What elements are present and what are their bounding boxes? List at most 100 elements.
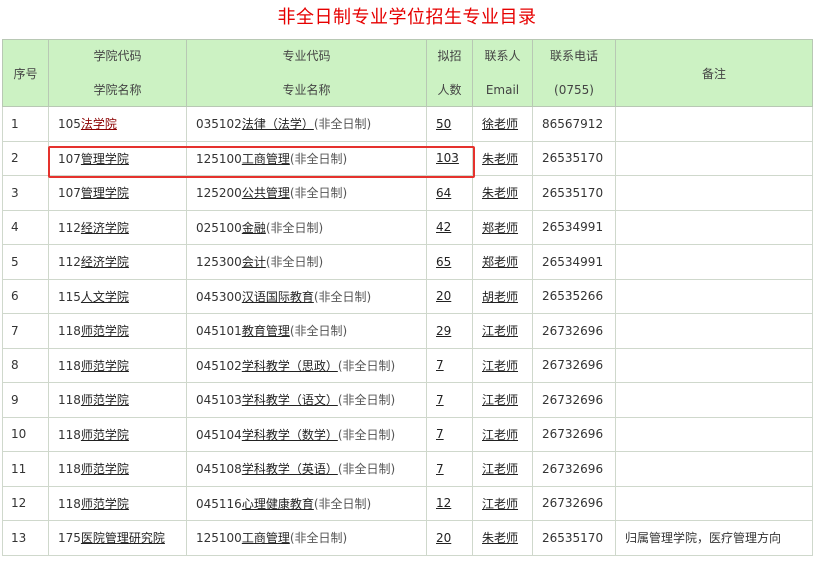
quota-link[interactable]: 42 <box>436 220 451 234</box>
contact-email-link[interactable]: 江老师 <box>482 497 518 511</box>
major-name-link[interactable]: 公共管理 <box>242 186 290 200</box>
major-name-link[interactable]: 学科教学（语文） <box>242 393 338 407</box>
study-mode: (非全日制) <box>337 393 396 408</box>
row-seq-value: 13 <box>11 530 27 545</box>
row-remark <box>615 175 813 211</box>
table-row: 9 118师范学院 045103学科教学（语文）(非全日制) 7 江老师 26732696 <box>2 382 813 418</box>
major-code: 025100 <box>196 220 242 235</box>
row-contact: 朱老师 <box>472 520 533 556</box>
quota-link[interactable]: 29 <box>436 324 451 338</box>
quota-link[interactable]: 7 <box>436 358 444 372</box>
phone-number: 26732696 <box>542 323 604 338</box>
major-name-link[interactable]: 工商管理 <box>242 531 290 545</box>
contact-email-link[interactable]: 江老师 <box>482 359 518 373</box>
row-contact: 江老师 <box>472 313 533 349</box>
major-name-link[interactable]: 教育管理 <box>242 324 290 338</box>
contact-email-link[interactable]: 江老师 <box>482 428 518 442</box>
contact-email-link[interactable]: 江老师 <box>482 324 518 338</box>
row-quota: 29 <box>426 313 473 349</box>
major-name-link[interactable]: 学科教学（数学） <box>242 428 338 442</box>
header-remark: 备注 <box>615 39 813 107</box>
table-row: 6 115人文学院 045300汉语国际教育(非全日制) 20 胡老师 26535266 <box>2 278 813 314</box>
quota-link[interactable]: 64 <box>436 186 451 200</box>
major-name-link[interactable]: 法律（法学） <box>242 117 314 131</box>
contact-email-link[interactable]: 郑老师 <box>482 255 518 269</box>
study-mode: (非全日制) <box>337 427 396 442</box>
college-code: 118 <box>58 324 81 339</box>
row-major: 125100工商管理(非全日制) <box>186 140 427 176</box>
quota-link[interactable]: 7 <box>436 462 444 476</box>
major-code: 045104 <box>196 427 242 442</box>
contact-email-link[interactable]: 朱老师 <box>482 531 518 545</box>
college-name-link[interactable]: 人文学院 <box>81 290 129 304</box>
row-quota: 64 <box>426 175 473 211</box>
college-code: 175 <box>58 531 81 546</box>
contact-email-link[interactable]: 朱老师 <box>482 152 518 166</box>
college-name-link[interactable]: 经济学院 <box>81 221 129 235</box>
row-quota: 7 <box>426 347 473 383</box>
row-seq: 2 <box>2 140 49 176</box>
college-name-link[interactable]: 法学院 <box>81 117 117 131</box>
quota-link[interactable]: 50 <box>436 117 451 131</box>
row-phone: 26732696 <box>532 313 616 349</box>
college-name-link[interactable]: 师范学院 <box>81 324 129 338</box>
header-phone-top: 联系电话 <box>549 49 598 63</box>
college-name-link[interactable]: 师范学院 <box>81 428 129 442</box>
row-college: 107管理学院 <box>48 140 187 176</box>
row-seq-value: 2 <box>11 151 19 166</box>
college-name-link[interactable]: 师范学院 <box>81 462 129 476</box>
college-name-link[interactable]: 师范学院 <box>81 497 129 511</box>
contact-email-link[interactable]: 江老师 <box>482 462 518 476</box>
contact-email-link[interactable]: 胡老师 <box>482 290 518 304</box>
row-contact: 郑老师 <box>472 209 533 245</box>
college-code: 112 <box>58 220 81 235</box>
row-remark <box>615 347 813 383</box>
row-phone: 26732696 <box>532 382 616 418</box>
header-contact: 联系人 Email <box>472 39 533 107</box>
major-name-link[interactable]: 金融 <box>242 221 266 235</box>
row-college: 118师范学院 <box>48 451 187 487</box>
college-code: 118 <box>58 462 81 477</box>
quota-link[interactable]: 20 <box>436 531 451 545</box>
quota-link[interactable]: 7 <box>436 393 444 407</box>
quota-link[interactable]: 20 <box>436 289 451 303</box>
header-college: 学院代码 学院名称 <box>48 39 187 107</box>
table-row: 12 118师范学院 045116心理健康教育(非全日制) 12 江老师 26732696 <box>2 485 813 521</box>
college-name-link[interactable]: 医院管理研究院 <box>81 531 165 545</box>
major-name-link[interactable]: 工商管理 <box>242 152 290 166</box>
row-contact: 江老师 <box>472 485 533 521</box>
contact-email-link[interactable]: 郑老师 <box>482 221 518 235</box>
major-name-link[interactable]: 心理健康教育 <box>242 497 314 511</box>
contact-email-link[interactable]: 江老师 <box>482 393 518 407</box>
major-name-link[interactable]: 会计 <box>242 255 266 269</box>
contact-email-link[interactable]: 朱老师 <box>482 186 518 200</box>
college-name-link[interactable]: 师范学院 <box>81 359 129 373</box>
major-name-link[interactable]: 汉语国际教育 <box>242 290 314 304</box>
row-quota: 7 <box>426 382 473 418</box>
college-name-link[interactable]: 管理学院 <box>81 186 129 200</box>
quota-link[interactable]: 12 <box>436 496 451 510</box>
row-contact: 朱老师 <box>472 175 533 211</box>
row-contact: 徐老师 <box>472 106 533 142</box>
row-remark <box>615 106 813 142</box>
phone-number: 26535170 <box>542 151 604 166</box>
row-remark <box>615 451 813 487</box>
header-quota: 拟招 人数 <box>426 39 473 107</box>
major-name-link[interactable]: 学科教学（英语） <box>242 462 338 476</box>
row-remark <box>615 313 813 349</box>
contact-email-link[interactable]: 徐老师 <box>482 117 518 131</box>
major-name-link[interactable]: 学科教学（思政） <box>242 359 338 373</box>
row-college: 107管理学院 <box>48 175 187 211</box>
page-title: 非全日制专业学位招生专业目录 <box>277 7 537 28</box>
row-remark <box>615 209 813 245</box>
phone-number: 26732696 <box>542 358 604 373</box>
quota-link[interactable]: 65 <box>436 255 451 269</box>
quota-link[interactable]: 7 <box>436 427 444 441</box>
college-name-link[interactable]: 师范学院 <box>81 393 129 407</box>
row-major: 045300汉语国际教育(非全日制) <box>186 278 427 314</box>
row-seq-value: 12 <box>11 496 27 511</box>
quota-link[interactable]: 103 <box>436 151 459 165</box>
college-name-link[interactable]: 管理学院 <box>81 152 129 166</box>
college-name-link[interactable]: 经济学院 <box>81 255 129 269</box>
table-row: 4 112经济学院 025100金融(非全日制) 42 郑老师 26534991 <box>2 209 813 245</box>
